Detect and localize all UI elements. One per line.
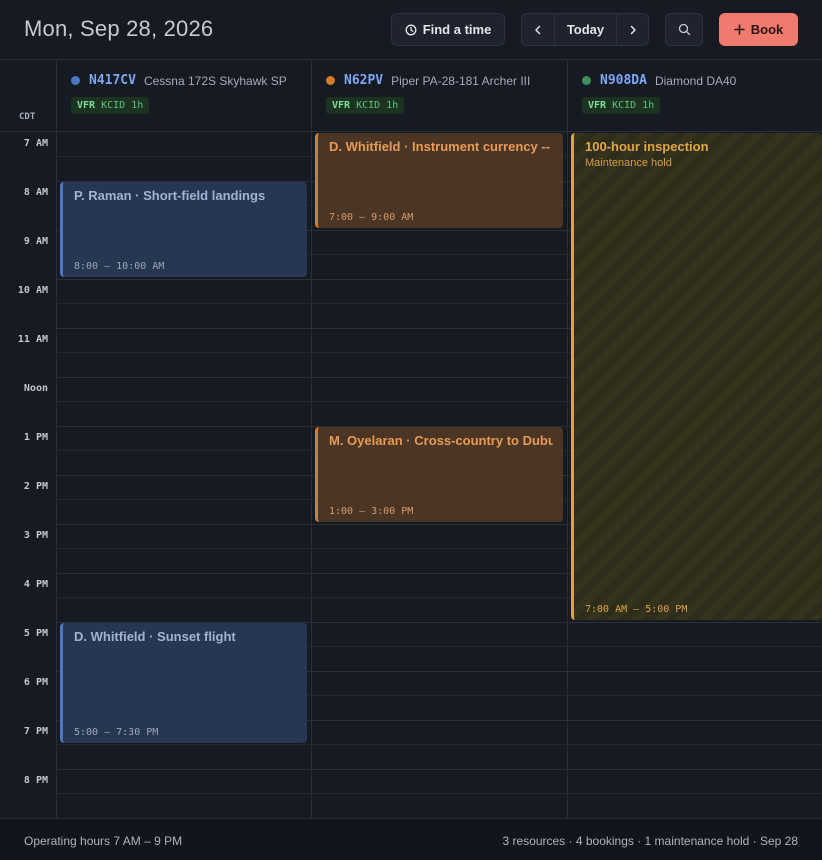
find-a-time-button[interactable]: Find a time — [391, 13, 505, 46]
event-title: P. Raman · Short-field landings — [74, 188, 266, 203]
event-time: 7:00 – 9:00 AM — [329, 212, 414, 223]
chevron-right-icon — [630, 25, 636, 34]
time-label: 4 PM — [23, 579, 48, 590]
previous-day-button[interactable] — [522, 14, 555, 45]
time-label: 3 PM — [23, 530, 48, 541]
event-time: 8:00 – 10:00 AM — [74, 261, 165, 272]
flight-rules: VFR — [588, 100, 607, 111]
chevron-left-icon — [535, 25, 541, 34]
clock-icon — [405, 24, 417, 35]
flight-rules: VFR — [77, 100, 96, 111]
resource-model: Diamond DA40 — [654, 73, 737, 88]
hour-gridline — [56, 769, 822, 770]
event-title: D. Whitfield · Instrument currency -- a — [329, 139, 553, 154]
resource-color-dot — [582, 76, 591, 85]
weather-station: KCID 1h — [356, 100, 399, 111]
book-label: Book — [750, 22, 784, 37]
search-icon — [678, 23, 690, 36]
time-label: 11 AM — [17, 334, 48, 345]
next-day-button[interactable] — [616, 14, 648, 45]
time-label: 8 AM — [23, 187, 48, 198]
resource-color-dot — [326, 76, 335, 85]
flight-rules: VFR — [332, 100, 351, 111]
time-label: 6 PM — [23, 677, 48, 688]
event-title: 100-hour inspection — [585, 139, 709, 154]
summary-text: 3 resources · 4 bookings · 1 maintenance… — [502, 834, 798, 848]
event-time: 1:00 – 3:00 PM — [329, 506, 414, 517]
plus-icon — [733, 24, 745, 35]
maintenance-block[interactable]: 100-hour inspection Maintenance hold 7:00 … — [571, 133, 822, 620]
time-label: 5 PM — [23, 628, 48, 639]
timezone-label: CDT — [19, 112, 36, 122]
half-hour-gridline — [56, 744, 822, 745]
event-title: M. Oyelaran · Cross-country to Dubuq — [329, 433, 553, 448]
booking-event[interactable]: M. Oyelaran · Cross-country to Dubuq 1:00… — [315, 427, 563, 522]
operating-hours-text: Operating hours 7 AM – 9 PM — [24, 834, 183, 848]
event-time: 5:00 – 7:30 PM — [74, 726, 159, 738]
status-footer: Operating hours 7 AM – 9 PM 3 resources … — [0, 818, 822, 860]
time-label: 2 PM — [23, 481, 48, 492]
time-label: 7 PM — [23, 726, 48, 737]
weather-badge: VFR KCID 1h — [582, 97, 661, 114]
resource-color-dot — [71, 76, 80, 85]
booking-event[interactable]: D. Whitfield · Instrument currency -- a 7… — [315, 133, 563, 228]
page-title: Mon, Sep 28, 2026 — [24, 16, 214, 41]
time-label: 10 AM — [17, 285, 48, 296]
event-subtitle: Maintenance hold — [585, 157, 672, 169]
weather-badge: VFR KCID 1h — [326, 97, 405, 114]
weather-badge: VFR KCID 1h — [71, 97, 150, 114]
booking-event[interactable]: P. Raman · Short-field landings 8:00 – 10… — [60, 182, 307, 277]
half-hour-gridline — [56, 793, 822, 794]
top-bar: Mon, Sep 28, 2026 Find a time Today Book — [0, 0, 822, 60]
resource-model: Piper PA-28-181 Archer III — [391, 73, 531, 88]
weather-station: KCID 1h — [101, 100, 144, 111]
resource-model: Cessna 172S Skyhawk SP — [143, 73, 287, 88]
time-label: Noon — [23, 383, 48, 394]
resource-column-header[interactable]: N417CV Cessna 172S Skyhawk SP VFR KCID 1… — [56, 60, 311, 132]
event-title: D. Whitfield · Sunset flight — [74, 629, 236, 644]
time-label: 1 PM — [23, 432, 48, 443]
resource-tail-number: N417CV — [89, 73, 136, 88]
book-button[interactable]: Book — [719, 13, 798, 46]
resource-column-header[interactable]: N908DA Diamond DA40 VFR KCID 1h — [567, 60, 822, 132]
weather-station: KCID 1h — [612, 100, 655, 111]
find-a-time-label: Find a time — [422, 22, 492, 37]
today-button[interactable]: Today — [555, 14, 616, 45]
time-label: 7 AM — [23, 138, 48, 149]
resource-column-header[interactable]: N62PV Piper PA-28-181 Archer III VFR KCI… — [311, 60, 567, 132]
date-navigation: Today — [521, 13, 649, 46]
schedule-grid[interactable]: 7 AM 8 AM 9 AM 10 AM 11 AM Noon 1 PM 2 PM 3 PM 4 … — [0, 132, 822, 818]
time-label: 9 AM — [23, 236, 48, 247]
booking-event[interactable]: D. Whitfield · Sunset flight 5:00 – 7:30 … — [60, 623, 307, 743]
search-button[interactable] — [665, 13, 703, 46]
event-time: 7:00 AM – 5:00 PM — [585, 604, 688, 615]
resource-header: CDT N417CV Cessna 172S Skyhawk SP VFR KC… — [0, 60, 822, 132]
resource-tail-number: N908DA — [600, 73, 647, 88]
time-label: 8 PM — [23, 775, 48, 786]
resource-tail-number: N62PV — [344, 73, 384, 88]
